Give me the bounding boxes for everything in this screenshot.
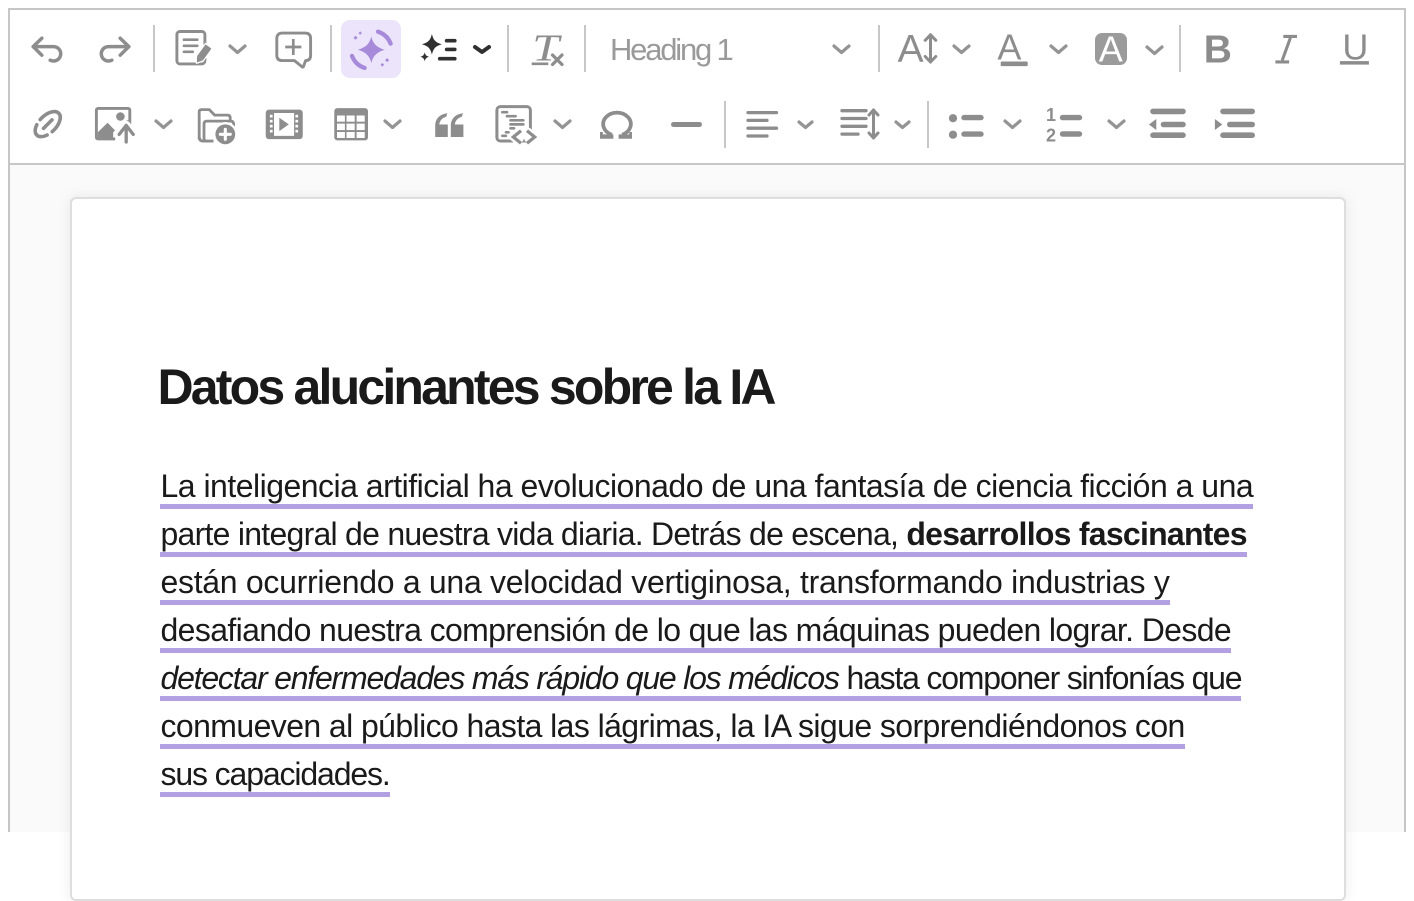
svg-text:1: 1 [1046,105,1056,125]
svg-text:2: 2 [1046,125,1056,145]
svg-text:A: A [1099,29,1123,70]
svg-text:B: B [1204,29,1232,72]
svg-text:A: A [898,28,924,71]
